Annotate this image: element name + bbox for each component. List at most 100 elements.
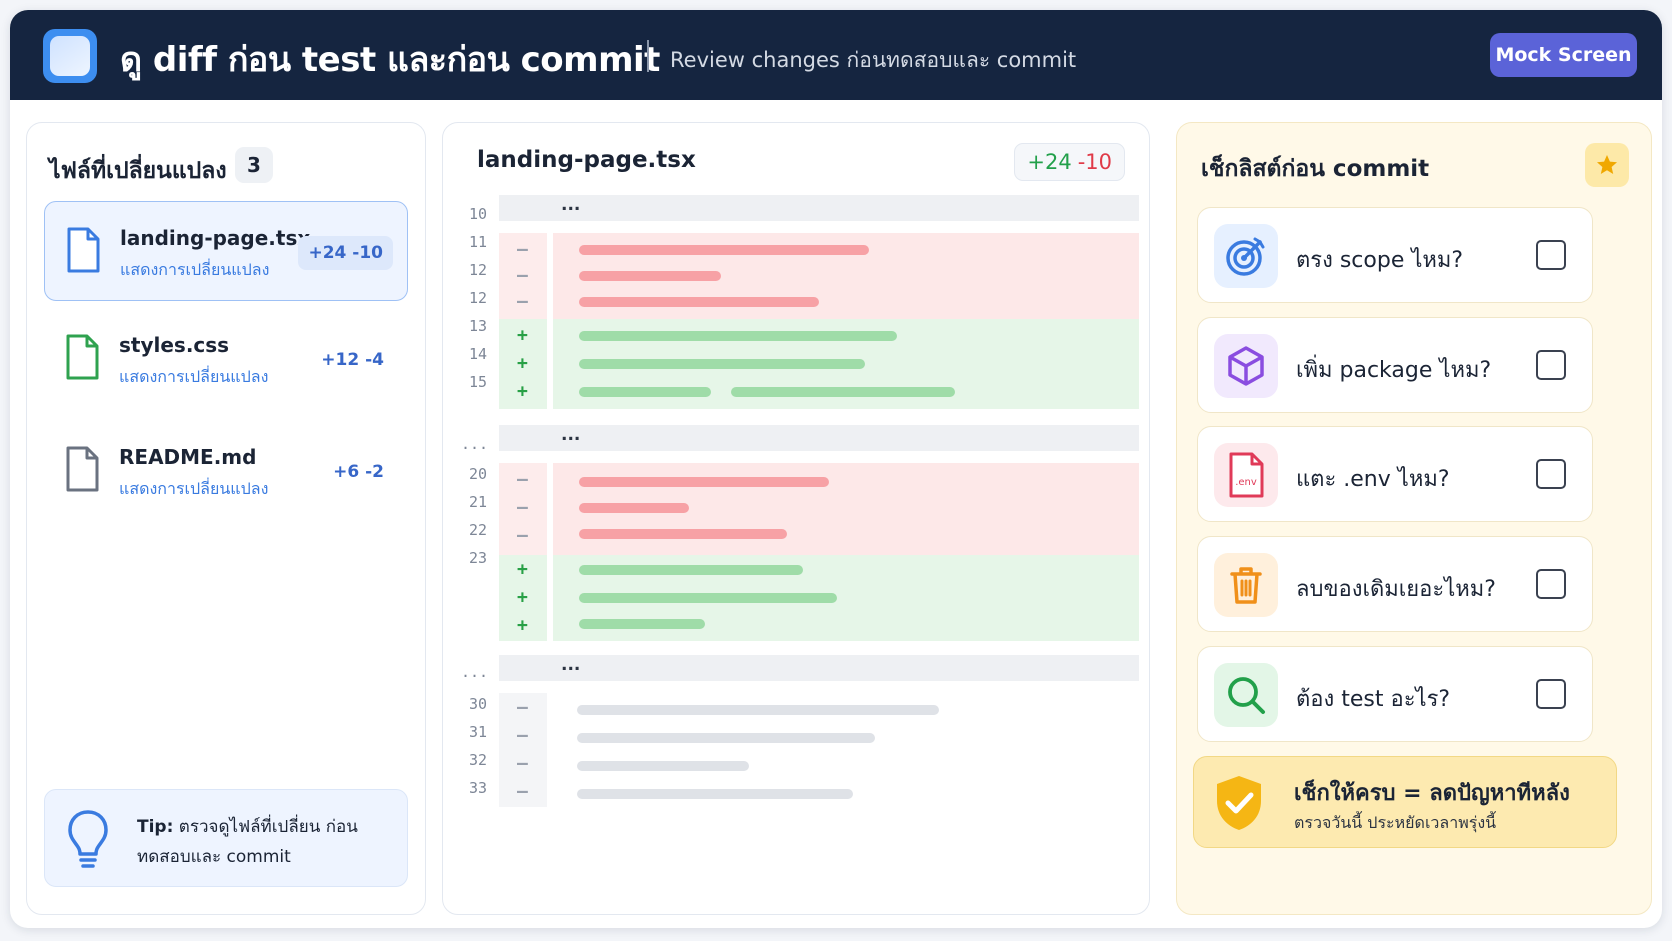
app-window: ดู diff ก่อน test และก่อน commit Review …: [10, 10, 1662, 928]
added-line-sign: +: [517, 353, 528, 374]
line-number: 13: [468, 317, 487, 335]
context-code-line: [577, 789, 853, 799]
context-code-line: [577, 733, 875, 743]
diff-panel: landing-page.tsx +24 -10 10 11 12 12 13 …: [442, 122, 1150, 915]
diff-deleted-block: – – –: [499, 463, 1139, 555]
callout-title: เช็กให้ครบ = ลดปัญหาทีหลัง: [1294, 781, 1570, 806]
context-code-line: [577, 761, 749, 771]
app-logo-icon: [43, 29, 97, 83]
lightbulb-icon: [68, 810, 108, 868]
deleted-line-sign: –: [517, 497, 528, 518]
search-icon: [1214, 663, 1278, 727]
deleted-line-sign: –: [517, 265, 528, 286]
line-number: 30: [468, 695, 487, 713]
added-code-line: [579, 593, 837, 603]
file-show-changes-link[interactable]: แสดงการเปลี่ยนแปลง: [119, 365, 268, 390]
checklist-title: เช็กลิสต์ก่อน commit: [1201, 156, 1430, 182]
added-line-sign: +: [517, 587, 528, 608]
diff-hunk-header: ...: [499, 425, 1139, 451]
shield-check-icon: [1217, 776, 1261, 830]
added-code-line: [579, 565, 803, 575]
diff-deleted-block: – – –: [499, 233, 1139, 319]
added-line-sign: +: [517, 381, 528, 402]
checklist-item-delete[interactable]: ลบของเดิมเยอะไหม?: [1197, 536, 1593, 632]
file-item-readme[interactable]: README.md แสดงการเปลี่ยนแปลง +6 -2: [44, 421, 408, 521]
file-show-changes-link[interactable]: แสดงการเปลี่ยนแปลง: [120, 258, 269, 283]
line-number: 32: [468, 751, 487, 769]
checklist-item-test[interactable]: ต้อง test อะไร?: [1197, 646, 1593, 742]
file-show-changes-link[interactable]: แสดงการเปลี่ยนแปลง: [119, 477, 268, 502]
diff-hunk-header: ...: [499, 195, 1139, 221]
context-code-line: [577, 705, 939, 715]
diff-deletions: -10: [1077, 150, 1112, 174]
star-icon[interactable]: [1585, 143, 1629, 187]
file-name: styles.css: [119, 333, 230, 357]
diff-additions: +24: [1027, 150, 1072, 174]
checklist-item-scope[interactable]: ตรง scope ไหม?: [1197, 207, 1593, 303]
deleted-line-sign: –: [517, 469, 528, 490]
file-diff-stat: +6 -2: [333, 462, 384, 482]
file-name: README.md: [119, 445, 257, 469]
added-line-sign: +: [517, 325, 528, 346]
page-title: ดู diff ก่อน test และก่อน commit: [120, 40, 660, 80]
deleted-code-line: [579, 477, 829, 487]
context-line-sign: –: [517, 781, 528, 802]
diff-hunk-header: ...: [499, 655, 1139, 681]
file-name: landing-page.tsx: [120, 226, 311, 250]
package-icon: [1214, 334, 1278, 398]
checklist-checkbox[interactable]: [1536, 459, 1566, 489]
target-icon: [1214, 224, 1278, 288]
added-code-line: [579, 387, 711, 397]
added-code-line: [579, 331, 897, 341]
env-file-icon: .env: [1214, 443, 1278, 507]
diff-view[interactable]: landing-page.tsx +24 -10 10 11 12 12 13 …: [443, 123, 1151, 916]
page-subtitle: Review changes ก่อนทดสอบและ commit: [670, 48, 1077, 72]
checklist-item-label: ต้อง test อะไร?: [1296, 687, 1451, 712]
deleted-code-line: [579, 245, 869, 255]
line-number: 12: [468, 289, 487, 307]
line-number: 11: [468, 233, 487, 251]
mock-screen-button[interactable]: Mock Screen: [1490, 33, 1637, 77]
line-number: 33: [468, 779, 487, 797]
file-diff-stat: +12 -4: [321, 350, 384, 370]
checklist-item-label: ตรง scope ไหม?: [1296, 248, 1464, 273]
deleted-line-sign: –: [517, 525, 528, 546]
diff-stat-badge: +24 -10: [1014, 143, 1125, 181]
added-line-sign: +: [517, 615, 528, 636]
hunk-ellipsis: ...: [561, 195, 581, 215]
checklist-checkbox[interactable]: [1536, 679, 1566, 709]
deleted-code-line: [579, 503, 689, 513]
checklist-item-env[interactable]: .env แตะ .env ไหม?: [1197, 426, 1593, 522]
file-diff-stat: +24 -10: [298, 236, 393, 270]
hunk-ellipsis: ...: [561, 655, 581, 675]
app-header: ดู diff ก่อน test และก่อน commit Review …: [10, 10, 1662, 100]
deleted-code-line: [579, 271, 721, 281]
file-item-styles[interactable]: styles.css แสดงการเปลี่ยนแปลง +12 -4: [44, 309, 408, 409]
changed-files-panel: ไฟล์ที่เปลี่ยนแปลง 3 landing-page.tsx แส…: [26, 122, 426, 915]
callout-subtitle: ตรวจวันนี้ ประหยัดเวลาพรุ่งนี้: [1294, 813, 1497, 832]
header-divider: [647, 40, 649, 72]
deleted-line-sign: –: [517, 239, 528, 260]
diff-context-block: – – – –: [499, 693, 1139, 807]
line-number: ...: [461, 435, 489, 453]
added-line-sign: +: [517, 559, 528, 580]
checklist-item-label: แตะ .env ไหม?: [1296, 467, 1450, 492]
line-number: 12: [468, 261, 487, 279]
added-code-line: [731, 387, 955, 397]
checklist-checkbox[interactable]: [1536, 350, 1566, 380]
line-number: ...: [461, 663, 489, 681]
file-item-landing-page[interactable]: landing-page.tsx แสดงการเปลี่ยนแปลง +24 …: [44, 201, 408, 301]
checklist-item-label: เพิ่ม package ไหม?: [1296, 358, 1492, 383]
context-line-sign: –: [517, 725, 528, 746]
trash-icon: [1214, 553, 1278, 617]
checklist-item-label: ลบของเดิมเยอะไหม?: [1296, 577, 1496, 602]
deleted-line-sign: –: [517, 291, 528, 312]
checklist-checkbox[interactable]: [1536, 240, 1566, 270]
checklist-item-package[interactable]: เพิ่ม package ไหม?: [1197, 317, 1593, 413]
hunk-ellipsis: ...: [561, 425, 581, 445]
env-icon-text: .env: [1235, 477, 1257, 488]
checklist-panel: เช็กลิสต์ก่อน commit ตรง scope ไหม? เพิ่…: [1176, 122, 1652, 915]
diff-added-block: + + +: [499, 319, 1139, 409]
checklist-checkbox[interactable]: [1536, 569, 1566, 599]
diff-added-block: + + +: [499, 555, 1139, 641]
